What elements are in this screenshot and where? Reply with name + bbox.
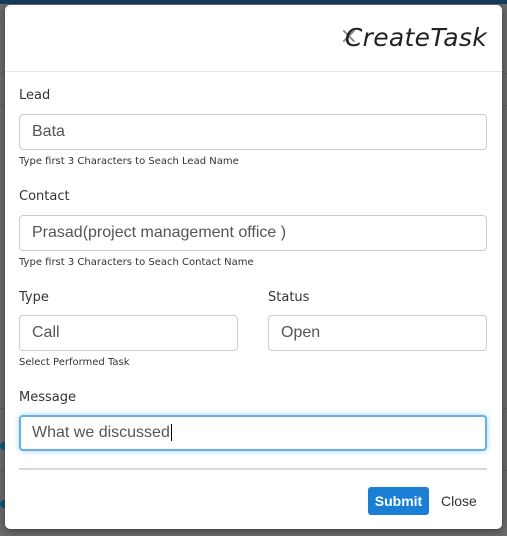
contact-hint: Type first 3 Characters to Seach Contact… <box>19 257 254 268</box>
contact-input[interactable]: Prasad(project management office ) <box>19 215 487 251</box>
lead-input[interactable]: Bata <box>19 114 487 150</box>
message-input[interactable]: What we discussed <box>19 415 487 451</box>
type-input[interactable]: Call <box>19 315 238 351</box>
type-label: Type <box>19 290 49 305</box>
contact-label: Contact <box>19 189 70 204</box>
submit-button[interactable]: Submit <box>368 487 429 515</box>
create-task-modal: × CreateTask Lead Bata Type first 3 Char… <box>5 5 502 529</box>
footer-divider <box>19 468 487 470</box>
modal-header: × CreateTask <box>5 5 502 72</box>
message-label: Message <box>19 390 76 405</box>
status-label: Status <box>268 290 310 305</box>
close-button[interactable]: Close <box>441 487 477 515</box>
message-input-text: What we discussed <box>32 424 170 441</box>
status-input[interactable]: Open <box>268 315 487 351</box>
modal-title: CreateTask <box>344 23 487 52</box>
lead-hint: Type first 3 Characters to Seach Lead Na… <box>19 156 239 167</box>
lead-label: Lead <box>19 88 51 103</box>
text-caret <box>170 424 172 442</box>
type-hint: Select Performed Task <box>19 357 130 368</box>
